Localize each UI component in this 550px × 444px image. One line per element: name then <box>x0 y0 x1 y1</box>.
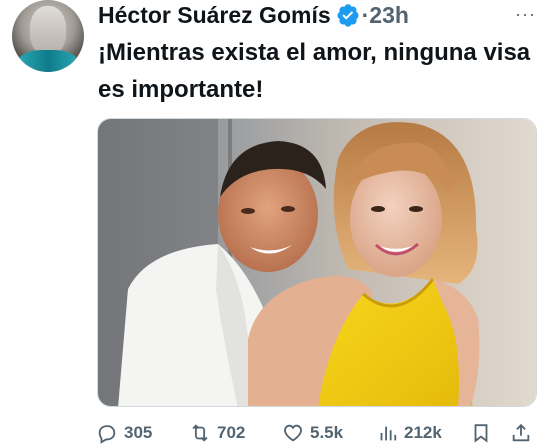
avatar-face <box>30 6 66 54</box>
views-count: 212k <box>404 423 442 442</box>
tweet-actions: 305 702 5.5k 212k <box>96 422 540 444</box>
bookmark-icon <box>474 424 488 443</box>
tweet-photo[interactable] <box>97 118 537 407</box>
author-avatar[interactable] <box>12 0 84 72</box>
views-button[interactable]: 212k <box>376 422 442 444</box>
retweet-icon <box>192 424 208 442</box>
heart-icon <box>284 424 302 442</box>
like-button[interactable]: 5.5k <box>282 422 343 444</box>
tweet-text: ¡Mientras exista el amor, ninguna visa e… <box>98 39 531 103</box>
like-count: 5.5k <box>310 423 344 442</box>
views-chart-icon <box>380 426 397 441</box>
bookmark-button[interactable] <box>470 422 498 444</box>
tweet-time[interactable]: ·23h <box>362 2 409 29</box>
retweet-button[interactable]: 702 <box>189 422 245 444</box>
couple-photo-image <box>98 119 536 406</box>
reply-button[interactable]: 305 <box>96 422 152 444</box>
reply-icon <box>98 425 116 444</box>
tweet-header: Héctor Suárez Gomís ·23h <box>98 0 409 30</box>
author-name[interactable]: Héctor Suárez Gomís <box>98 2 331 29</box>
avatar-shirt <box>18 50 78 72</box>
more-options-icon[interactable]: ··· <box>515 4 536 25</box>
share-icon <box>512 423 530 442</box>
share-button[interactable] <box>510 422 538 444</box>
verified-badge-icon <box>337 4 359 27</box>
retweet-count: 702 <box>217 423 246 442</box>
reply-count: 305 <box>124 423 153 442</box>
